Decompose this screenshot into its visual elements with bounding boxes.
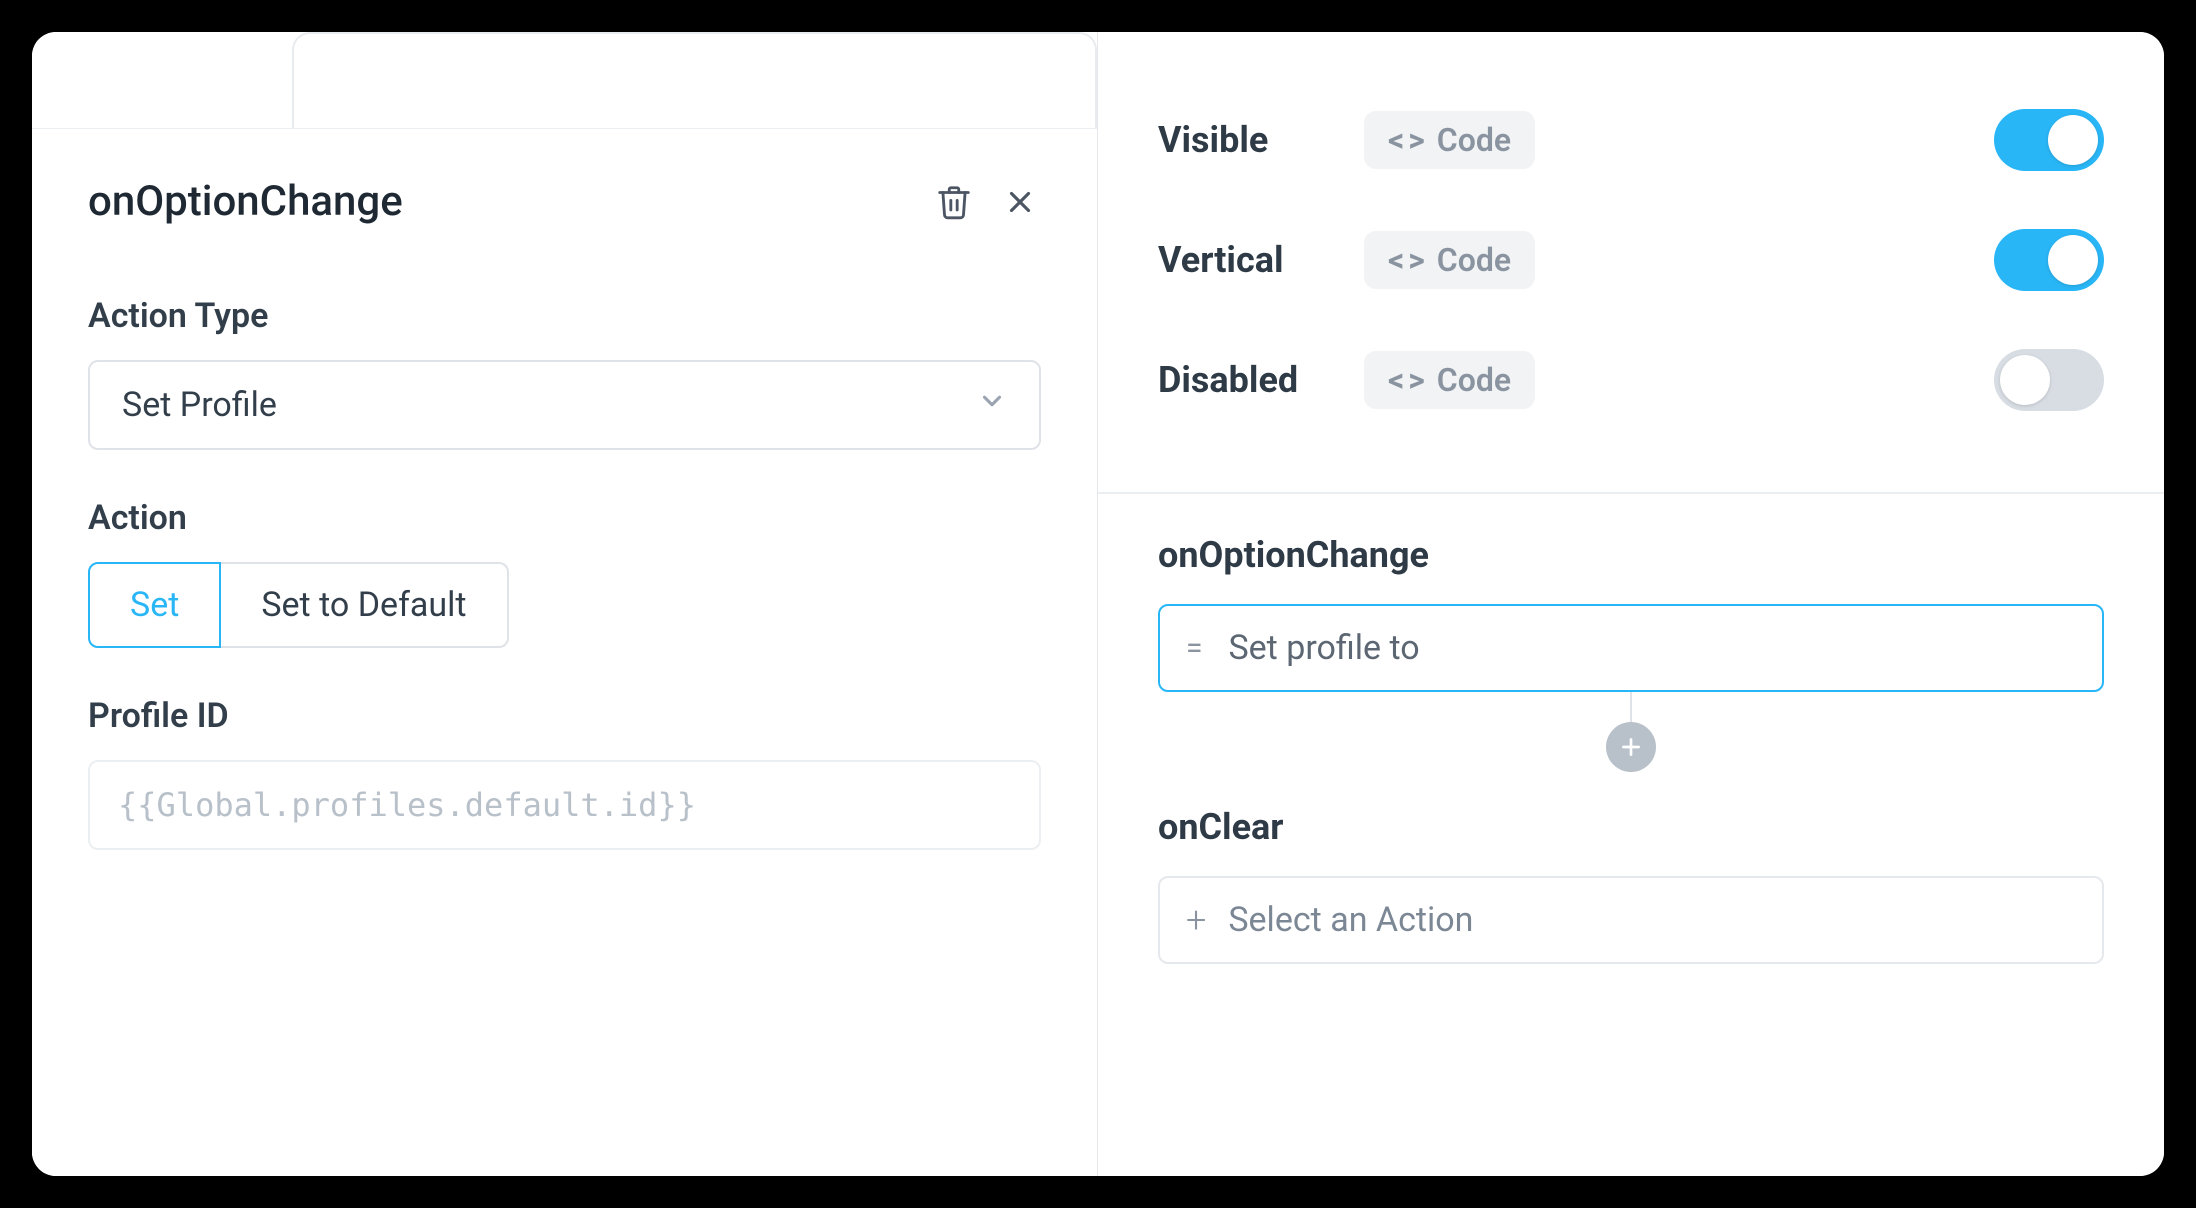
tab-ghost xyxy=(292,32,1097,128)
event-config-card: onOptionChange Action Type Set Profile xyxy=(32,128,1097,1176)
prop-row-vertical: Vertical < > Code xyxy=(1158,200,2104,320)
action-set-default-button[interactable]: Set to Default xyxy=(221,562,508,648)
select-action-pill[interactable]: + Select an Action xyxy=(1158,876,2104,964)
toggle-visible[interactable] xyxy=(1994,109,2104,171)
action-type-select[interactable]: Set Profile xyxy=(88,360,1041,450)
action-type-value: Set Profile xyxy=(122,385,277,425)
card-actions xyxy=(933,181,1041,223)
code-chip-disabled[interactable]: < > Code xyxy=(1364,351,1535,409)
code-chip-label: Code xyxy=(1437,241,1511,279)
event-onoptionchange: onOptionChange = Set profile to xyxy=(1158,534,2104,772)
action-field: Action Set Set to Default xyxy=(88,498,1041,648)
card-title: onOptionChange xyxy=(88,177,403,226)
event-onclear: onClear + Select an Action xyxy=(1158,806,2104,964)
equals-icon: = xyxy=(1186,631,1206,666)
trash-icon[interactable] xyxy=(933,181,975,223)
card-header: onOptionChange xyxy=(88,177,1041,226)
code-icon: < > xyxy=(1388,361,1423,399)
events-section: onOptionChange = Set profile to onClear xyxy=(1098,494,2164,998)
profile-id-field: Profile ID xyxy=(88,696,1041,850)
properties-section: Visible < > Code Vertical < > Code xyxy=(1098,32,2164,480)
event-title-onoptionchange: onOptionChange xyxy=(1158,534,2104,576)
code-icon: < > xyxy=(1388,241,1423,279)
toggle-disabled[interactable] xyxy=(1994,349,2104,411)
plus-icon: + xyxy=(1186,899,1206,941)
action-pill-label: Set profile to xyxy=(1228,628,1419,668)
profile-id-label: Profile ID xyxy=(88,696,1041,736)
action-type-label: Action Type xyxy=(88,296,1041,336)
add-action-button[interactable] xyxy=(1606,722,1656,772)
code-icon: < > xyxy=(1388,121,1423,159)
action-label: Action xyxy=(88,498,1041,538)
prop-name-visible: Visible xyxy=(1158,119,1328,161)
action-segmented: Set Set to Default xyxy=(88,562,1041,648)
event-title-onclear: onClear xyxy=(1158,806,2104,848)
code-chip-visible[interactable]: < > Code xyxy=(1364,111,1535,169)
code-chip-label: Code xyxy=(1437,121,1511,159)
app-window: onOptionChange Action Type Set Profile xyxy=(32,32,2164,1176)
right-panel: Visible < > Code Vertical < > Code xyxy=(1098,32,2164,1176)
action-pill-set-profile[interactable]: = Set profile to xyxy=(1158,604,2104,692)
close-icon[interactable] xyxy=(999,181,1041,223)
prop-name-vertical: Vertical xyxy=(1158,239,1328,281)
prop-name-disabled: Disabled xyxy=(1158,359,1328,401)
prop-row-disabled: Disabled < > Code xyxy=(1158,320,2104,440)
left-panel: onOptionChange Action Type Set Profile xyxy=(32,32,1098,1176)
chevron-down-icon xyxy=(977,385,1007,425)
code-chip-vertical[interactable]: < > Code xyxy=(1364,231,1535,289)
action-set-button[interactable]: Set xyxy=(88,562,221,648)
select-action-label: Select an Action xyxy=(1228,900,1473,940)
profile-id-input[interactable] xyxy=(88,760,1041,850)
add-action-connector xyxy=(1158,692,2104,772)
toggle-vertical[interactable] xyxy=(1994,229,2104,291)
prop-row-visible: Visible < > Code xyxy=(1158,80,2104,200)
action-type-field: Action Type Set Profile xyxy=(88,296,1041,450)
code-chip-label: Code xyxy=(1437,361,1511,399)
